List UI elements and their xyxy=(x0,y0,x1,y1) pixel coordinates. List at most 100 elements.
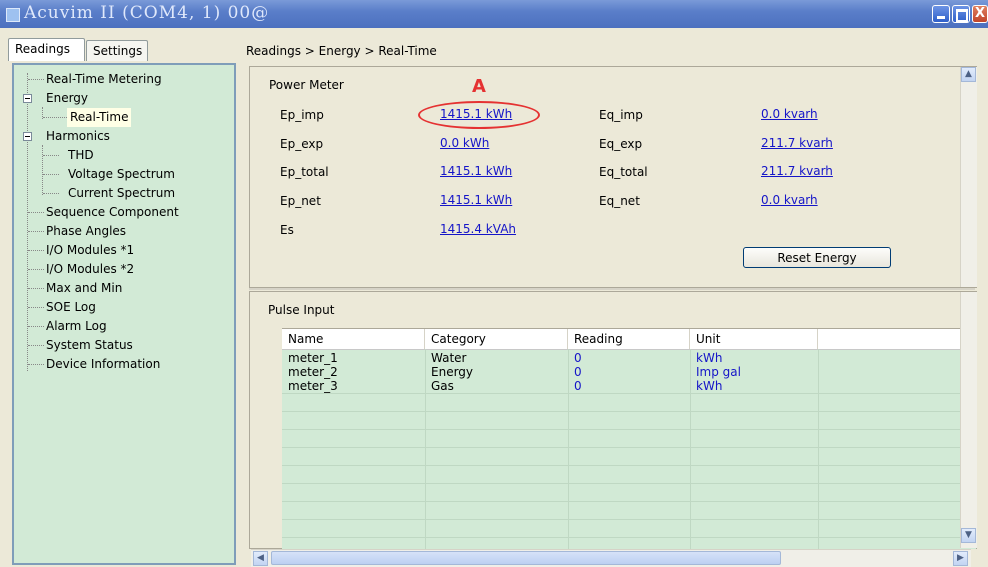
pulse-input-table: Name Category Reading Unit meter_1 Water… xyxy=(282,328,976,549)
tree-connector xyxy=(28,269,44,270)
tree-item-alarm-log[interactable]: Alarm Log xyxy=(46,317,107,336)
tree-item-current-spectrum[interactable]: Current Spectrum xyxy=(68,184,175,203)
eq-total-value[interactable]: 211.7 kvarh xyxy=(761,164,833,178)
tree-item-io-modules-2[interactable]: I/O Modules *2 xyxy=(46,260,134,279)
navigation-tree: Real-Time Metering Energy Real-Time Harm… xyxy=(12,63,236,565)
minimize-button[interactable] xyxy=(932,5,950,23)
tree-item-phase-angles[interactable]: Phase Angles xyxy=(46,222,126,241)
grid-line xyxy=(282,537,976,538)
grid-line xyxy=(282,429,976,430)
ep-exp-value[interactable]: 0.0 kWh xyxy=(440,136,489,150)
tree-connector xyxy=(28,212,44,213)
grid-line xyxy=(282,411,976,412)
tab-settings[interactable]: Settings xyxy=(86,40,148,61)
tree-item-energy[interactable]: Energy xyxy=(46,89,88,108)
tree-item-energy-real-time[interactable]: Real-Time xyxy=(67,108,132,127)
cell-category: Energy xyxy=(431,365,474,379)
eq-imp-label: Eq_imp xyxy=(599,108,643,122)
tree-connector xyxy=(28,231,44,232)
tree-connector xyxy=(28,326,44,327)
collapse-icon[interactable] xyxy=(23,132,32,141)
pulse-input-panel: Pulse Input Name Category Reading Unit m… xyxy=(249,291,977,549)
app-icon xyxy=(6,8,20,22)
grid-line xyxy=(282,465,976,466)
power-meter-panel: Power Meter A Ep_imp 1415.1 kWh Eq_imp 0… xyxy=(249,66,977,288)
cell-name: meter_1 xyxy=(288,351,338,365)
ep-imp-value[interactable]: 1415.1 kWh xyxy=(440,107,512,121)
es-value[interactable]: 1415.4 kVAh xyxy=(440,222,516,236)
tree-item-thd[interactable]: THD xyxy=(68,146,94,165)
tab-readings[interactable]: Readings xyxy=(8,38,85,61)
vertical-scrollbar[interactable]: ▼ xyxy=(960,292,977,548)
cell-reading: 0 xyxy=(574,365,582,379)
tree-connector xyxy=(28,288,44,289)
tree-connector xyxy=(28,250,44,251)
eq-total-label: Eq_total xyxy=(599,165,648,179)
annotation-label: A xyxy=(472,76,486,97)
column-header-reading[interactable]: Reading xyxy=(568,329,690,349)
grid-line xyxy=(282,447,976,448)
tree-connector xyxy=(28,364,44,365)
cell-reading: 0 xyxy=(574,351,582,365)
table-row[interactable]: meter_3 Gas 0 kWh xyxy=(282,380,976,393)
eq-exp-label: Eq_exp xyxy=(599,137,643,151)
eq-exp-value[interactable]: 211.7 kvarh xyxy=(761,136,833,150)
horizontal-scrollbar[interactable]: ◀ ▶ xyxy=(251,549,971,567)
ep-total-value[interactable]: 1415.1 kWh xyxy=(440,164,512,178)
cell-unit: Imp gal xyxy=(696,365,741,379)
tree-connector xyxy=(28,345,44,346)
tree-connector xyxy=(43,117,67,118)
tree-item-voltage-spectrum[interactable]: Voltage Spectrum xyxy=(68,165,175,184)
eq-net-label: Eq_net xyxy=(599,194,640,208)
ep-net-label: Ep_net xyxy=(280,194,321,208)
grid-line xyxy=(282,483,976,484)
column-header-category[interactable]: Category xyxy=(425,329,568,349)
tree-item-soe-log[interactable]: SOE Log xyxy=(46,298,96,317)
column-header-unit[interactable]: Unit xyxy=(690,329,818,349)
close-button[interactable]: X xyxy=(972,5,988,23)
cell-name: meter_2 xyxy=(288,365,338,379)
breadcrumb: Readings > Energy > Real-Time xyxy=(246,44,437,58)
chevron-down-icon[interactable]: ▼ xyxy=(961,528,976,543)
cell-category: Water xyxy=(431,351,467,365)
vertical-scrollbar[interactable]: ▲ xyxy=(960,67,977,287)
collapse-icon[interactable] xyxy=(23,94,32,103)
ep-imp-label: Ep_imp xyxy=(280,108,324,122)
es-label: Es xyxy=(280,223,294,237)
tree-item-io-modules-1[interactable]: I/O Modules *1 xyxy=(46,241,134,260)
tree-connector xyxy=(28,307,44,308)
tree-connector xyxy=(43,193,59,194)
eq-imp-value[interactable]: 0.0 kvarh xyxy=(761,107,818,121)
cell-name: meter_3 xyxy=(288,379,338,393)
tree-connector xyxy=(43,174,59,175)
ep-net-value[interactable]: 1415.1 kWh xyxy=(440,193,512,207)
table-row[interactable]: meter_2 Energy 0 Imp gal xyxy=(282,366,976,379)
tree-item-real-time-metering[interactable]: Real-Time Metering xyxy=(46,70,162,89)
table-header: Name Category Reading Unit xyxy=(282,329,976,350)
tree-connector xyxy=(43,155,59,156)
title-bar: Acuvim II (COM4, 1) 00@ X xyxy=(0,0,988,28)
column-header-name[interactable]: Name xyxy=(282,329,425,349)
pulse-input-title: Pulse Input xyxy=(268,303,335,317)
ep-total-label: Ep_total xyxy=(280,165,329,179)
chevron-right-icon[interactable]: ▶ xyxy=(953,551,968,566)
tree-item-max-and-min[interactable]: Max and Min xyxy=(46,279,122,298)
scrollbar-thumb[interactable] xyxy=(271,551,781,565)
window-title: Acuvim II (COM4, 1) 00@ xyxy=(24,3,270,23)
maximize-button[interactable] xyxy=(952,5,970,23)
tree-item-device-information[interactable]: Device Information xyxy=(46,355,160,374)
table-row[interactable]: meter_1 Water 0 kWh xyxy=(282,352,976,365)
tree-item-system-status[interactable]: System Status xyxy=(46,336,133,355)
cell-unit: kWh xyxy=(696,379,723,393)
power-meter-title: Power Meter xyxy=(269,78,344,92)
panel-splitter[interactable] xyxy=(249,288,975,290)
reset-energy-button[interactable]: Reset Energy xyxy=(743,247,891,268)
tree-connector xyxy=(28,79,44,80)
chevron-left-icon[interactable]: ◀ xyxy=(253,551,268,566)
tree-item-sequence-component[interactable]: Sequence Component xyxy=(46,203,179,222)
eq-net-value[interactable]: 0.0 kvarh xyxy=(761,193,818,207)
chevron-up-icon[interactable]: ▲ xyxy=(961,67,976,82)
ep-exp-label: Ep_exp xyxy=(280,137,324,151)
tree-item-harmonics[interactable]: Harmonics xyxy=(46,127,110,146)
grid-line xyxy=(282,519,976,520)
